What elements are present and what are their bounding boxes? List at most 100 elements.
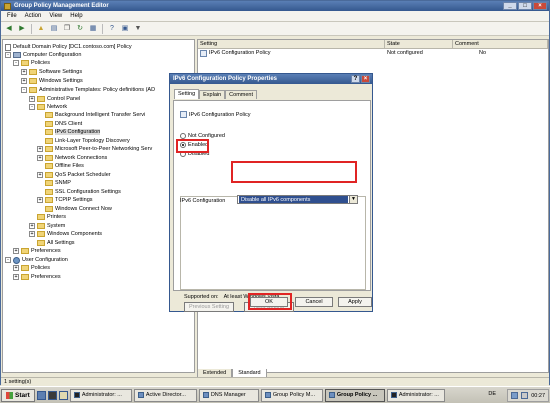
tree-node-user-policies[interactable]: + Policies <box>13 264 50 272</box>
collapse-icon[interactable]: - <box>21 87 27 93</box>
task-administrator-2[interactable]: Administrator: ... <box>386 388 445 402</box>
tree-node-lltd[interactable]: Link-Layer Topology Discovery <box>45 137 130 145</box>
tree-node-ssl-configuration[interactable]: SSL Configuration Settings <box>45 188 121 196</box>
title-bar[interactable]: Group Policy Management Editor _ □ × <box>1 1 549 11</box>
refresh-icon[interactable]: ↻ <box>75 24 85 34</box>
table-row[interactable]: IPv6 Configuration Policy Not configured… <box>198 49 548 57</box>
policy-setting-icon <box>200 49 207 57</box>
status-bar: 1 setting(s) <box>1 377 549 386</box>
collapse-icon[interactable]: - <box>29 104 35 110</box>
task-administrator-1[interactable]: Administrator: ... <box>69 388 132 402</box>
tree-node-user-preferences[interactable]: + Preferences <box>13 273 61 281</box>
help-icon[interactable]: ? <box>107 24 117 34</box>
maximize-icon[interactable]: □ <box>518 2 532 10</box>
expand-icon[interactable]: + <box>21 78 27 84</box>
server-manager-icon[interactable] <box>36 390 46 400</box>
task-active-directory[interactable]: Active Director... <box>133 388 197 402</box>
task-group-policy-editor[interactable]: Group Policy ... <box>324 388 385 402</box>
task-dns-manager[interactable]: DNS Manager <box>198 388 259 402</box>
tree-node-computer-preferences[interactable]: + Preferences <box>13 247 61 255</box>
tree-node-computer-configuration[interactable]: - Computer Configuration <box>5 51 81 59</box>
menu-help[interactable]: Help <box>66 13 86 19</box>
tree-node-administrative-templates[interactable]: - Administrative Templates: Policy defin… <box>21 86 155 94</box>
cancel-button[interactable]: Cancel <box>295 297 333 307</box>
network-icon[interactable] <box>511 392 519 399</box>
forward-icon[interactable]: ▶ <box>17 24 27 34</box>
expand-icon[interactable]: + <box>21 69 27 75</box>
chevron-down-icon[interactable]: ▼ <box>349 196 357 203</box>
expand-icon[interactable]: + <box>29 231 35 237</box>
tab-setting[interactable]: Setting <box>174 89 200 99</box>
tree-label: Link-Layer Topology Discovery <box>55 138 130 144</box>
column-header-setting[interactable]: Setting <box>198 40 385 48</box>
back-icon[interactable]: ◀ <box>4 24 14 34</box>
expand-icon[interactable]: + <box>13 265 19 271</box>
expand-icon[interactable]: + <box>13 248 19 254</box>
tree-node-p2p[interactable]: + Microsoft Peer-to-Peer Networking Serv <box>37 145 152 153</box>
computer-icon <box>13 52 21 58</box>
show-tree-icon[interactable]: ▤ <box>49 24 59 34</box>
language-indicator[interactable]: DE <box>488 391 496 397</box>
menu-view[interactable]: View <box>45 13 66 19</box>
tree-node-system[interactable]: + System <box>29 222 65 230</box>
column-header-state[interactable]: State <box>385 40 453 48</box>
dialog-controls: ? × <box>351 75 370 83</box>
tree-node-snmp[interactable]: SNMP <box>45 179 71 187</box>
dialog-title-bar[interactable]: IPv6 Configuration Policy Properties ? × <box>170 74 372 84</box>
tree-node-windows-settings[interactable]: + Windows Settings <box>21 77 83 85</box>
tree-node-windows-connect-now[interactable]: Windows Connect Now <box>45 205 112 213</box>
task-group-policy-management[interactable]: Group Policy M... <box>260 388 323 402</box>
explorer-icon[interactable] <box>58 390 68 400</box>
clock[interactable]: 00:27 <box>531 393 545 399</box>
speaker-icon[interactable] <box>521 392 529 399</box>
tree-node-qos[interactable]: + QoS Packet Scheduler <box>37 171 111 179</box>
expand-icon[interactable]: + <box>29 223 35 229</box>
tree-node-control-panel[interactable]: + Control Panel <box>29 95 80 103</box>
expand-icon[interactable]: + <box>37 197 43 203</box>
menu-file[interactable]: File <box>3 13 21 19</box>
tree-node-software-settings[interactable]: + Software Settings <box>21 68 82 76</box>
tree-node-windows-components[interactable]: + Windows Components <box>29 230 102 238</box>
tree-node-tcpip-settings[interactable]: + TCPIP Settings <box>37 196 93 204</box>
filter-icon[interactable]: ▼ <box>133 24 143 34</box>
collapse-icon[interactable]: - <box>13 60 19 66</box>
tab-comment[interactable]: Comment <box>225 90 258 99</box>
tree-node-dns-client[interactable]: DNS Client <box>45 120 82 128</box>
tree-node-printers[interactable]: Printers <box>37 213 66 221</box>
powershell-icon[interactable] <box>47 390 57 400</box>
tree-node-offline-files[interactable]: Offline Files <box>45 162 84 170</box>
tree-node-gpo[interactable]: Default Domain Policy [DC1.contoso.com] … <box>5 43 132 51</box>
expand-icon[interactable]: + <box>37 172 43 178</box>
tab-explain[interactable]: Explain <box>199 90 226 99</box>
tree-node-ipv6-configuration[interactable]: IPv6 Configuration <box>45 128 101 136</box>
column-header-comment[interactable]: Comment <box>453 40 548 48</box>
minimize-icon[interactable]: _ <box>503 2 517 10</box>
expand-icon[interactable]: + <box>37 155 43 161</box>
close-icon[interactable]: × <box>533 2 547 10</box>
collapse-icon[interactable]: - <box>5 257 11 263</box>
properties-icon[interactable]: ▣ <box>120 24 130 34</box>
start-button[interactable]: Start <box>1 388 35 402</box>
tree-node-bits[interactable]: Background Intelligent Transfer Servi <box>45 111 145 119</box>
tree-node-user-configuration[interactable]: - User Configuration <box>5 256 68 264</box>
ipv6-configuration-dropdown[interactable]: Disable all IPv6 components ▼ <box>237 195 358 204</box>
previous-setting-button[interactable]: Previous Setting <box>184 302 234 312</box>
tree-node-network-connections[interactable]: + Network Connections <box>37 154 107 162</box>
help-icon[interactable]: ? <box>351 75 360 83</box>
menu-action[interactable]: Action <box>21 13 46 19</box>
up-icon[interactable]: ▲ <box>36 24 46 34</box>
apply-button[interactable]: Apply <box>338 297 372 307</box>
collapse-icon[interactable]: - <box>5 52 11 58</box>
copy-icon[interactable]: ❐ <box>62 24 72 34</box>
tree-label: IPv6 Configuration <box>55 129 101 135</box>
export-icon[interactable]: ▦ <box>88 24 98 34</box>
expand-icon[interactable]: + <box>29 96 35 102</box>
close-icon[interactable]: × <box>361 75 370 83</box>
expand-icon[interactable]: + <box>13 274 19 280</box>
expand-icon[interactable]: + <box>37 146 43 152</box>
tree-node-network[interactable]: - Network <box>29 103 67 111</box>
tree-node-policies[interactable]: - Policies <box>13 59 50 67</box>
tree-label: SNMP <box>55 180 71 186</box>
console-tree[interactable]: Default Domain Policy [DC1.contoso.com] … <box>2 39 195 373</box>
tree-node-all-settings[interactable]: All Settings <box>37 239 75 247</box>
